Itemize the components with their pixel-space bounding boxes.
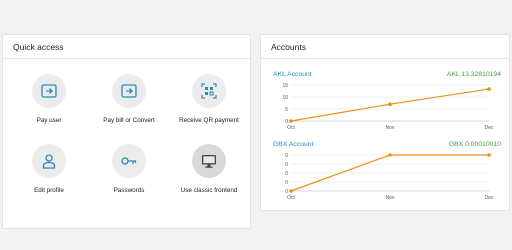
user-icon [32,144,66,178]
data-point [487,87,491,91]
accounts-panel: Accounts AKL Account AKL 13.32810194 15 1… [260,34,510,211]
edit-profile-label: Edit profile [34,187,64,194]
y-tick-label: 5 [285,107,288,113]
pay-user-button[interactable]: Pay user [9,74,89,124]
x-tick-label: Oct [287,125,295,131]
quick-access-panel: Quick access Pay user Pay bill or Conver… [2,34,251,229]
y-tick-label: 0 [285,189,288,195]
gbx-account-balance: GBX 0.00010010 [448,141,501,148]
monitor-icon [192,144,226,178]
classic-frontend-label: Use classic frontend [180,187,238,194]
akl-account-chart: 15 10 5 0Oct Nov Dec [282,83,494,131]
x-tick-label: Oct [287,195,295,201]
akl-account-link[interactable]: AKL Account [273,71,312,78]
y-tick-label: 0 [285,162,288,168]
classic-frontend-button[interactable]: Use classic frontend [169,144,249,194]
data-point [388,102,392,106]
data-point [289,189,293,193]
data-point [388,153,392,157]
x-tick-label: Nov [386,125,395,131]
x-tick-label: Dec [485,125,494,131]
y-tick-label: 10 [282,95,288,101]
x-tick-label: Nov [386,195,395,201]
qr-code-icon [192,74,226,108]
y-tick-label: 0 [285,119,288,125]
key-icon [112,144,146,178]
pay-bill-button[interactable]: Pay bill or Convert [89,74,169,124]
y-tick-label: 0 [285,153,288,159]
receive-qr-button[interactable]: Receive QR payment [169,74,249,124]
y-tick-label: 0 [285,180,288,186]
edit-profile-button[interactable]: Edit profile [9,144,89,194]
passwords-label: Passwords [113,187,145,194]
data-point [487,153,491,157]
data-point [289,119,293,123]
akl-account-balance: AKL 13.32810194 [446,71,501,78]
y-tick-label: 0 [285,171,288,177]
accounts-title: Accounts [261,35,509,59]
gbx-account-link[interactable]: GBX Account [273,141,313,148]
wallet-arrow-icon [112,74,146,108]
pay-bill-label: Pay bill or Convert [103,117,155,124]
pay-user-label: Pay user [36,117,62,124]
gbx-account-chart: 00000Oct Nov Dec [285,153,494,201]
y-tick-label: 15 [282,83,288,89]
x-tick-label: Dec [485,195,494,201]
quick-access-title: Quick access [3,35,250,59]
receive-qr-label: Receive QR payment [179,117,239,124]
passwords-button[interactable]: Passwords [89,144,169,194]
wallet-arrow-icon [32,74,66,108]
